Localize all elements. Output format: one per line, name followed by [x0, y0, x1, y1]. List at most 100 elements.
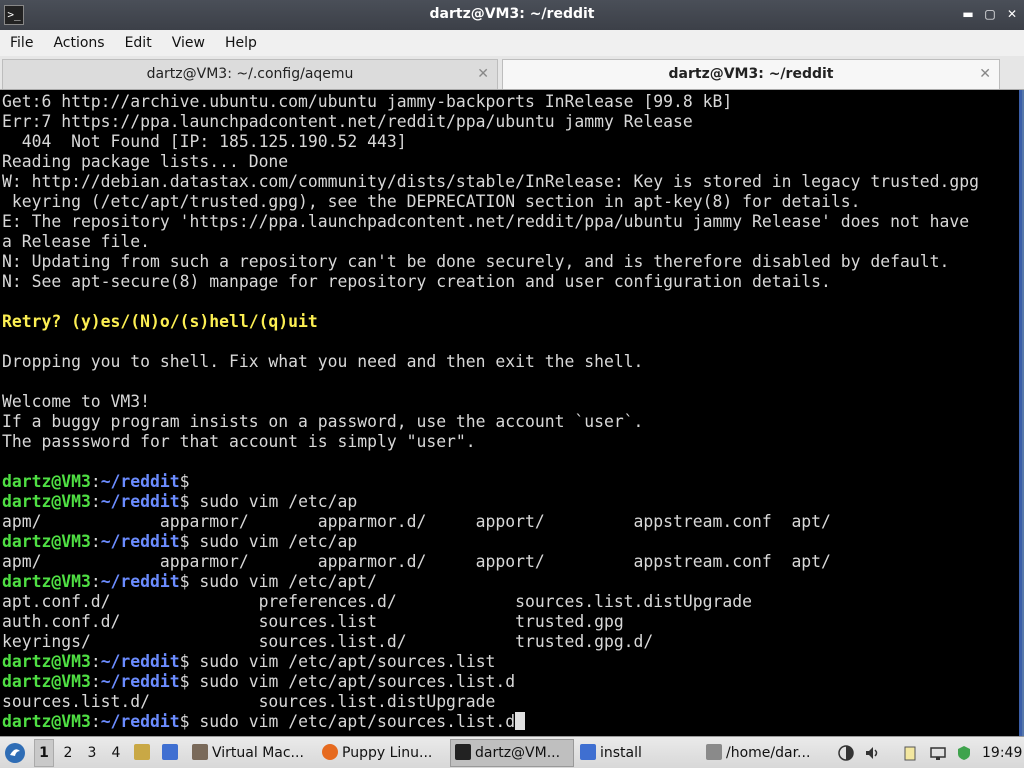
task-text-editor[interactable]: /home/dar...	[706, 737, 830, 768]
tab-close-icon[interactable]: ✕	[979, 60, 991, 88]
output-line: If a buggy program insists on a password…	[2, 412, 644, 431]
menu-help[interactable]: Help	[225, 35, 257, 51]
task-install-folder[interactable]: install	[580, 737, 700, 768]
clipboard-icon[interactable]	[902, 745, 918, 761]
menu-edit[interactable]: Edit	[125, 35, 152, 51]
text-editor-icon	[706, 744, 722, 760]
window-titlebar: >_ dartz@VM3: ~/reddit ▬ ▢ ✕	[0, 0, 1024, 30]
task-virtual-machine[interactable]: Virtual Mac...	[192, 737, 318, 768]
output-line: 404 Not Found [IP: 185.125.190.52 443]	[2, 132, 407, 151]
close-icon[interactable]: ✕	[1006, 7, 1018, 21]
update-shield-icon[interactable]	[956, 745, 972, 761]
prompt-user: dartz@VM3	[2, 492, 91, 511]
output-line: Welcome to VM3!	[2, 392, 151, 411]
prompt-line: dartz@VM3:~/reddit$ sudo vim /etc/apt/so…	[2, 652, 979, 672]
maximize-icon[interactable]: ▢	[984, 7, 996, 21]
prompt-dollar: $	[179, 532, 190, 551]
prompt-line: dartz@VM3:~/reddit$ sudo vim /etc/ap	[2, 532, 979, 552]
task-terminal[interactable]: dartz@VM...	[450, 739, 574, 767]
volume-icon[interactable]	[864, 745, 880, 761]
prompt-user: dartz@VM3	[2, 532, 91, 551]
start-menu-icon[interactable]	[4, 737, 28, 768]
prompt-dollar: $	[179, 572, 190, 591]
scrollbar[interactable]	[1019, 90, 1022, 736]
minimize-icon[interactable]: ▬	[962, 7, 974, 21]
folder-icon	[580, 744, 596, 760]
prompt-user: dartz@VM3	[2, 672, 91, 691]
output-line: Reading package lists... Done	[2, 152, 289, 171]
workspace-1[interactable]: 1	[34, 739, 54, 767]
output-line: Get:6 http://archive.ubuntu.com/ubuntu j…	[2, 92, 733, 111]
task-firefox[interactable]: Puppy Linu...	[322, 737, 446, 768]
output-line: The passsword for that account is simply…	[2, 432, 476, 451]
command-text: sudo vim /etc/ap	[189, 532, 358, 551]
prompt-separator: :	[90, 652, 101, 671]
tab-label: dartz@VM3: ~/reddit	[668, 66, 834, 82]
brightness-icon[interactable]	[838, 745, 854, 761]
output-line: Retry? (y)es/(N)o/(s)hell/(q)uit	[2, 312, 318, 331]
prompt-path: ~/reddit	[100, 532, 180, 551]
tab-reddit[interactable]: dartz@VM3: ~/reddit ✕	[502, 59, 1000, 89]
output-line: Err:7 https://ppa.launchpadcontent.net/r…	[2, 112, 693, 131]
prompt-line: dartz@VM3:~/reddit$ sudo vim /etc/apt/so…	[2, 712, 979, 732]
prompt-line: dartz@VM3:~/reddit$ sudo vim /etc/ap	[2, 492, 979, 512]
output-line: N: Updating from such a repository can't…	[2, 252, 950, 271]
output-line: a Release file.	[2, 232, 151, 251]
task-label: /home/dar...	[726, 745, 811, 761]
prompt-path: ~/reddit	[100, 492, 180, 511]
prompt-dollar: $	[179, 492, 190, 511]
task-label: Puppy Linu...	[342, 745, 433, 761]
prompt-separator: :	[90, 532, 101, 551]
network-icon[interactable]	[930, 745, 946, 761]
prompt-path: ~/reddit	[100, 652, 180, 671]
workspace-4[interactable]: 4	[106, 737, 126, 768]
prompt-dollar: $	[179, 672, 190, 691]
prompt-path: ~/reddit	[100, 472, 180, 491]
tab-aqemu[interactable]: dartz@VM3: ~/.config/aqemu ✕	[2, 59, 498, 89]
output-line: sources.list.d/ sources.list.distUpgrade	[2, 692, 496, 711]
firefox-icon	[322, 744, 338, 760]
terminal-output: Get:6 http://archive.ubuntu.com/ubuntu j…	[2, 92, 979, 732]
prompt-line: dartz@VM3:~/reddit$	[2, 472, 979, 492]
output-line: E: The repository 'https://ppa.launchpad…	[2, 212, 970, 231]
virtual-machine-icon	[192, 744, 208, 760]
command-text: sudo vim /etc/apt/sources.list	[189, 652, 496, 671]
prompt-user: dartz@VM3	[2, 652, 91, 671]
output-line: apm/ apparmor/ apparmor.d/ apport/ appst…	[2, 512, 831, 531]
output-line: keyrings/ sources.list.d/ trusted.gpg.d/	[2, 632, 654, 651]
tab-close-icon[interactable]: ✕	[477, 60, 489, 88]
terminal-view[interactable]: Get:6 http://archive.ubuntu.com/ubuntu j…	[0, 90, 1024, 736]
prompt-dollar: $	[179, 472, 190, 491]
menu-actions[interactable]: Actions	[53, 35, 104, 51]
menu-file[interactable]: File	[10, 35, 33, 51]
menu-view[interactable]: View	[172, 35, 205, 51]
prompt-dollar: $	[179, 652, 190, 671]
prompt-separator: :	[90, 492, 101, 511]
workspace-3[interactable]: 3	[82, 737, 102, 768]
file-manager-launcher-icon[interactable]	[134, 737, 156, 768]
output-line: apt.conf.d/ preferences.d/ sources.list.…	[2, 592, 752, 611]
output-line: apm/ apparmor/ apparmor.d/ apport/ appst…	[2, 552, 831, 571]
prompt-path: ~/reddit	[100, 712, 180, 731]
prompt-line: dartz@VM3:~/reddit$ sudo vim /etc/apt/so…	[2, 672, 979, 692]
tab-bar: dartz@VM3: ~/.config/aqemu ✕ dartz@VM3: …	[0, 56, 1024, 90]
prompt-user: dartz@VM3	[2, 472, 91, 491]
task-label: dartz@VM...	[475, 745, 561, 761]
prompt-path: ~/reddit	[100, 572, 180, 591]
output-line: keyring (/etc/apt/trusted.gpg), see the …	[2, 192, 861, 211]
output-line: N: See apt-secure(8) manpage for reposit…	[2, 272, 831, 291]
terminal-cursor	[515, 712, 526, 730]
terminal-icon	[455, 744, 471, 760]
clock[interactable]: 19:49	[982, 737, 1022, 768]
task-label: Virtual Mac...	[212, 745, 304, 761]
menu-bar: File Actions Edit View Help	[0, 30, 1024, 56]
output-line: Dropping you to shell. Fix what you need…	[2, 352, 644, 371]
prompt-separator: :	[90, 672, 101, 691]
prompt-path: ~/reddit	[100, 672, 180, 691]
desktop-launcher-icon[interactable]	[162, 737, 184, 768]
workspace-2[interactable]: 2	[58, 737, 78, 768]
